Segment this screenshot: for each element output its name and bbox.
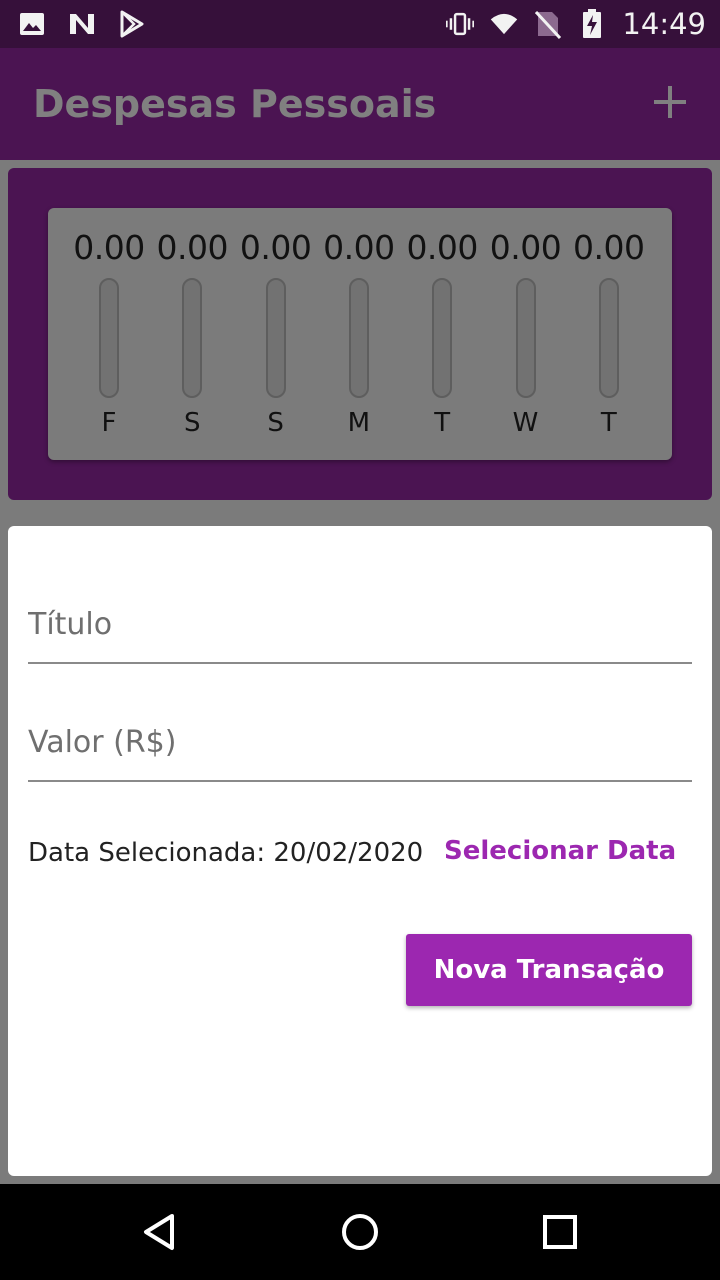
add-transaction-button[interactable] bbox=[650, 82, 690, 122]
bar-day-label: M bbox=[347, 408, 371, 438]
bar-track bbox=[515, 278, 536, 398]
home-icon bbox=[342, 1214, 378, 1250]
back-button[interactable] bbox=[136, 1208, 184, 1256]
chart-bar-column: 0.00 F bbox=[69, 228, 149, 448]
chart-bar-column: 0.00 T bbox=[569, 228, 649, 448]
title-input[interactable] bbox=[28, 607, 692, 642]
home-button[interactable] bbox=[336, 1208, 384, 1256]
bar-day-label: W bbox=[512, 408, 539, 438]
app-title: Despesas Pessoais bbox=[33, 82, 437, 126]
notification-icons bbox=[18, 8, 146, 40]
bar-value-label: 0.00 bbox=[73, 228, 145, 267]
chart-bar-column: 0.00 T bbox=[402, 228, 482, 448]
bar-day-label: T bbox=[434, 408, 451, 438]
bar-value-label: 0.00 bbox=[239, 228, 312, 267]
recents-button[interactable] bbox=[536, 1208, 584, 1256]
value-input[interactable] bbox=[28, 725, 692, 760]
bar-track bbox=[99, 278, 119, 398]
chart-bar-column: 0.00 S bbox=[236, 228, 316, 448]
chart-bar-column: 0.00 W bbox=[486, 228, 566, 448]
bar-day-label: S bbox=[184, 408, 201, 438]
transaction-form: Data Selecionada: 20/02/2020 Selecionar … bbox=[8, 526, 712, 1176]
bar-value-label: 0.00 bbox=[406, 228, 478, 267]
value-field bbox=[28, 692, 692, 782]
date-row: Data Selecionada: 20/02/2020 Selecionar … bbox=[28, 836, 692, 876]
bar-value-label: 0.00 bbox=[156, 228, 229, 267]
no-sim-icon bbox=[534, 10, 562, 39]
status-bar: 14:49 bbox=[0, 0, 720, 48]
play-store-icon bbox=[118, 10, 146, 38]
n-notification-icon bbox=[68, 10, 96, 38]
new-transaction-button[interactable]: Nova Transação bbox=[406, 934, 692, 1006]
bar-track bbox=[182, 278, 203, 398]
select-date-button[interactable]: Selecionar Data bbox=[444, 836, 676, 866]
wifi-icon bbox=[490, 10, 518, 38]
navigation-bar bbox=[0, 1184, 720, 1280]
chart-bar-column: 0.00 S bbox=[152, 228, 232, 448]
bar-track bbox=[598, 278, 619, 398]
back-icon bbox=[144, 1214, 174, 1250]
bar-day-label: S bbox=[267, 408, 284, 438]
system-icons: 14:49 bbox=[446, 7, 706, 41]
battery-charging-icon bbox=[578, 9, 606, 38]
bar-value-label: 0.00 bbox=[573, 228, 645, 267]
bar-track bbox=[432, 278, 453, 398]
title-field bbox=[28, 574, 692, 664]
bar-track bbox=[265, 278, 286, 398]
selected-date-label: Data Selecionada: 20/02/2020 bbox=[28, 838, 424, 868]
bar-value-label: 0.00 bbox=[323, 228, 395, 267]
bar-day-label: T bbox=[600, 408, 617, 438]
clock: 14:49 bbox=[622, 7, 706, 41]
bar-value-label: 0.00 bbox=[489, 228, 562, 267]
bar-track bbox=[348, 278, 369, 398]
chart-bar-column: 0.00 M bbox=[319, 228, 399, 448]
plus-icon bbox=[654, 86, 686, 118]
bar-day-label: F bbox=[101, 408, 117, 438]
vibrate-icon bbox=[446, 10, 475, 38]
recents-icon bbox=[543, 1215, 577, 1249]
image-icon bbox=[18, 10, 46, 38]
